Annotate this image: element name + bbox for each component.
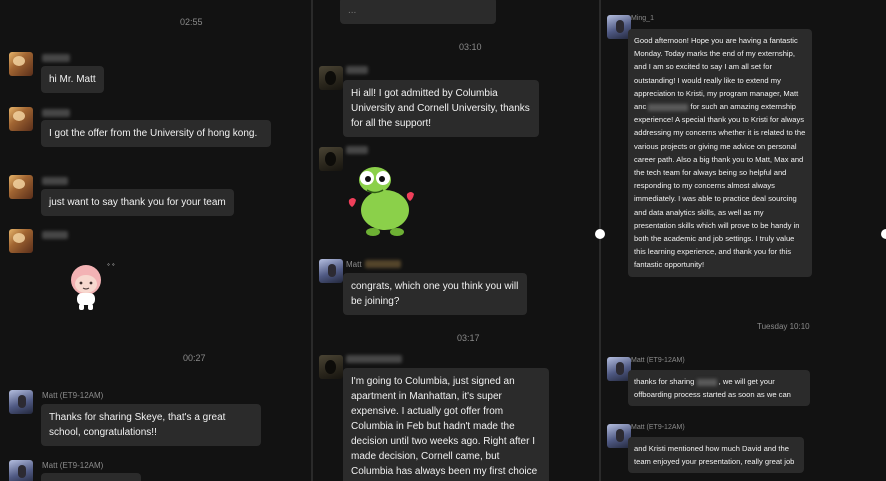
message-bubble[interactable]: hi Mr. Matt [41,66,104,93]
chat-panel-middle[interactable]: ... 03:10 Hi all! I got admitted by Colu… [313,0,599,481]
avatar[interactable] [9,229,33,253]
cartoon-sticker[interactable]: ° ° [60,258,122,320]
message-bubble[interactable]: thanks for sharing , we will get your of… [628,370,810,407]
sender-name: Matt (ET9-12AM) [42,391,104,400]
avatar[interactable] [319,147,343,171]
sender-name-redacted [346,355,402,363]
timestamp: 02:55 [180,17,203,27]
message-bubble[interactable]: congrats, which one you think you will b… [343,273,527,315]
avatar[interactable] [319,355,343,379]
svg-text:° °: ° ° [107,263,115,270]
chat-panel-left[interactable]: 02:55 hi Mr. Matt I got the offer from t… [0,0,311,481]
chat-panel-right[interactable]: Ming_1 Good afternoon! Hope you are havi… [601,0,886,481]
message-bubble[interactable] [41,473,141,481]
frog-sticker[interactable] [343,160,423,244]
sender-name: Ming_1 [631,15,654,22]
avatar[interactable] [9,390,33,414]
message-bubble[interactable]: I'm going to Columbia, just signed an ap… [343,368,549,481]
redacted-text [648,103,689,111]
sender-name-redacted [365,260,401,268]
sender-name-redacted [42,231,68,239]
drag-handle[interactable] [595,229,605,239]
message-bubble[interactable]: Good afternoon! Hope you are having a fa… [628,29,812,277]
sender-name: Matt (ET9-12AM) [631,424,685,431]
timestamp: 03:10 [459,42,482,52]
message-bubble[interactable]: Hi all! I got admitted by Columbia Unive… [343,80,539,137]
sender-name-redacted [346,66,368,74]
sender-name-redacted [42,54,70,62]
timestamp: 00:27 [183,353,206,363]
avatar[interactable] [9,52,33,76]
message-bubble[interactable]: and Kristi mentioned how much David and … [628,437,804,474]
sender-name: Matt [346,260,362,269]
sender-name-redacted [42,177,68,185]
sender-name-redacted [42,109,70,117]
drag-handle[interactable] [881,229,886,239]
message-bubble[interactable]: just want to say thank you for your team [41,189,234,216]
avatar[interactable] [9,175,33,199]
message-bubble[interactable]: ... [340,0,496,24]
avatar[interactable] [9,107,33,131]
message-bubble[interactable]: Thanks for sharing Skeye, that's a great… [41,404,261,446]
timestamp: Tuesday 10:10 [757,322,810,331]
timestamp: 03:17 [457,333,480,343]
sender-name: Matt (ET9-12AM) [631,357,685,364]
avatar[interactable] [319,66,343,90]
message-bubble[interactable]: I got the offer from the University of h… [41,120,271,147]
sender-name-redacted [346,146,368,154]
avatar[interactable] [319,259,343,283]
message-text: thanks for sharing [634,377,695,386]
message-text: Good afternoon! Hope you are having a fa… [634,36,799,112]
sender-name: Matt (ET9-12AM) [42,461,104,470]
avatar[interactable] [9,460,33,481]
message-text: for such an amazing externship experienc… [634,102,806,270]
redacted-text [696,378,717,386]
partial-message-text: ... [348,5,357,16]
